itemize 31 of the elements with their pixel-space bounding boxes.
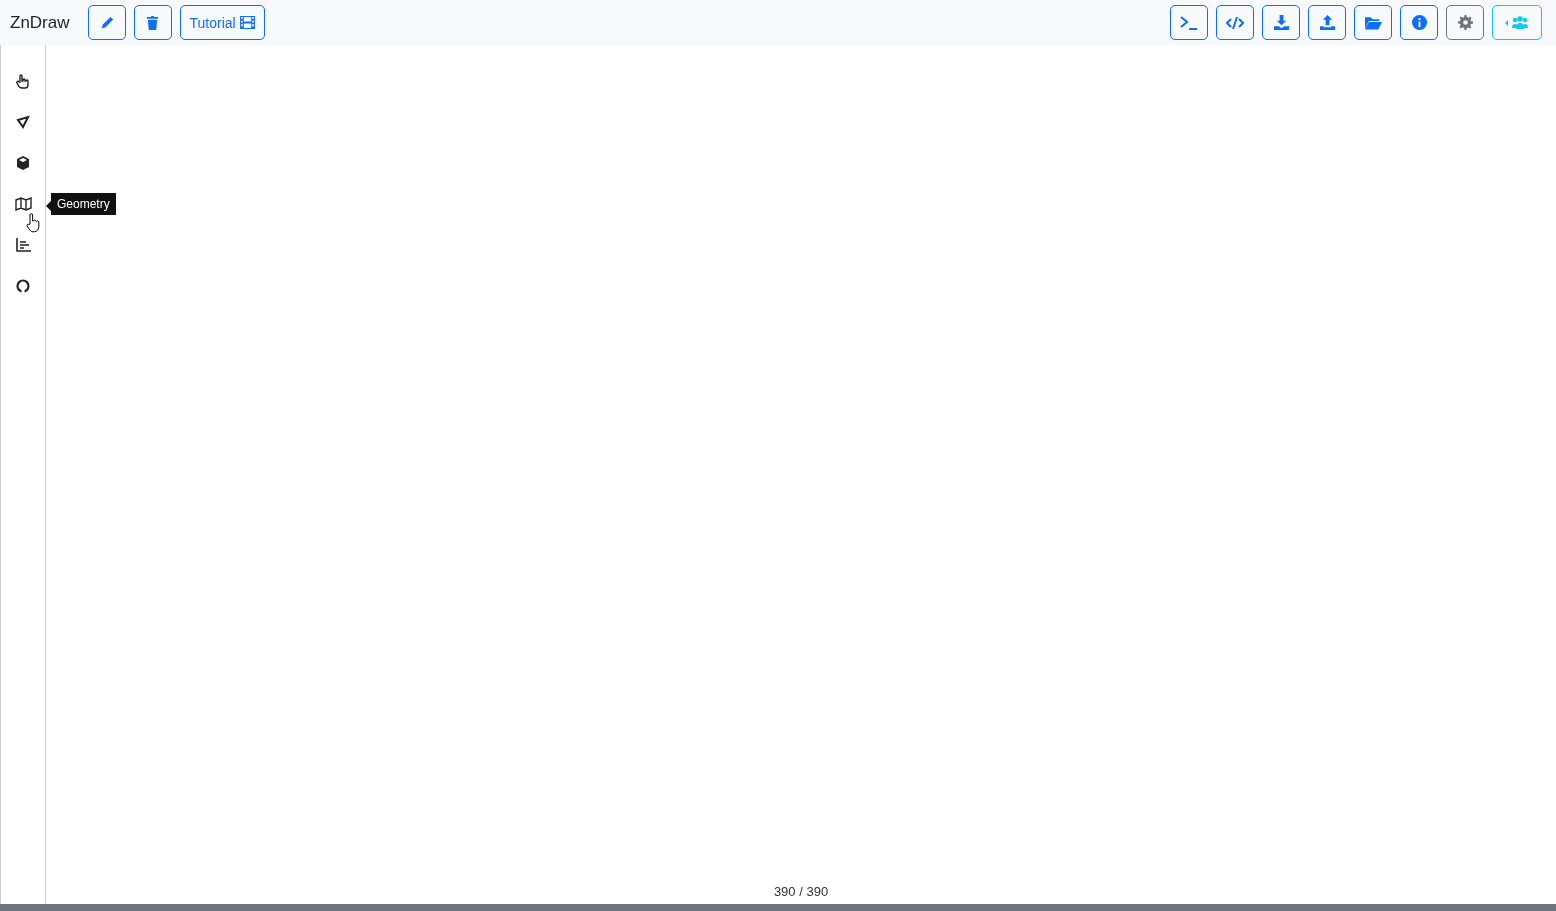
download-button[interactable] <box>1262 5 1300 40</box>
open-button[interactable] <box>1354 5 1392 40</box>
folder-icon <box>1364 15 1382 30</box>
gear-icon <box>1457 15 1473 30</box>
trash-icon <box>146 15 159 30</box>
upload-icon <box>1319 15 1335 30</box>
code-icon <box>1226 15 1244 30</box>
users-icon <box>1504 15 1530 30</box>
settings-button[interactable] <box>1446 5 1484 40</box>
upload-button[interactable] <box>1308 5 1346 40</box>
console-button[interactable] <box>1170 5 1208 40</box>
cube-icon <box>16 156 30 170</box>
map-icon <box>14 197 32 211</box>
download-icon <box>1273 15 1289 30</box>
info-button[interactable] <box>1400 5 1438 40</box>
github-icon <box>16 279 30 293</box>
bar-chart-icon <box>15 238 31 252</box>
hand-cursor-icon <box>26 213 40 233</box>
tutorial-button[interactable]: Tutorial <box>179 5 265 40</box>
film-icon <box>239 16 255 29</box>
pencil-icon <box>99 15 114 30</box>
terminal-icon <box>1180 15 1198 30</box>
pointer-hand-icon <box>16 73 30 89</box>
info-icon <box>1411 15 1427 30</box>
code-button[interactable] <box>1216 5 1254 40</box>
edit-button[interactable] <box>87 5 126 40</box>
tooltip: Geometry <box>46 193 116 215</box>
app-title: ZnDraw <box>10 12 70 33</box>
delete-button[interactable] <box>133 5 172 40</box>
triangle-nodes-icon <box>16 115 30 129</box>
frame-counter: 390 / 390 <box>773 884 829 899</box>
